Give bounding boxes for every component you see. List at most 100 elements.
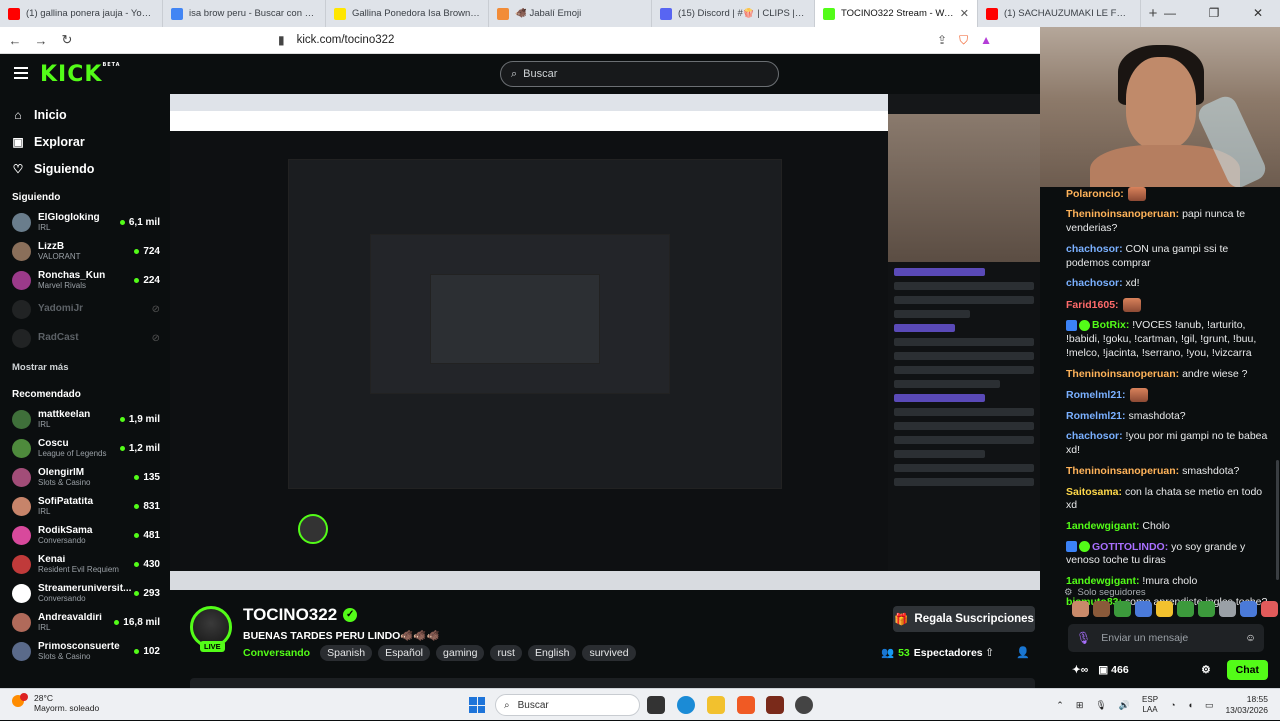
browser-tab[interactable]: Gallina Ponedora Isa Brown | Mercad [326,0,489,27]
channel-item[interactable]: OlengirlM Slots & Casino 135 [0,463,170,492]
channel-item[interactable]: Kenai Resident Evil Requiem 430 [0,550,170,579]
channel-item[interactable]: Andreavaldiri IRL 16,8 mil [0,608,170,637]
nav-item-explorar[interactable]: ▣ Explorar [0,128,170,155]
tab-close-icon[interactable]: ✕ [960,7,969,20]
chat-input[interactable]: 🎙 Enviar un mensaje ☺ [1068,624,1264,652]
chat-username[interactable]: chachosor: [1066,430,1123,442]
chat-username[interactable]: 1andewgigant: [1066,575,1140,587]
brave-icon[interactable] [737,696,755,714]
gift-subs-button[interactable]: 🎁 Regala Suscripciones [893,606,1035,632]
chat-username[interactable]: 1andewgigant: [1066,520,1140,532]
chat-username[interactable]: Romelml21: [1066,410,1126,422]
speaker-icon[interactable]: ◖ [1188,700,1193,710]
menu-icon[interactable] [14,67,28,79]
channel-item[interactable]: mattkeelan IRL 1,9 mil [0,405,170,434]
channel-item[interactable]: YadomiJr ⊘ [0,295,170,324]
chat-username[interactable]: chachosor: [1066,243,1123,255]
follow-icon[interactable]: 👤 [1016,646,1030,659]
emote-icon[interactable] [1261,601,1278,617]
obs-icon[interactable] [795,696,813,714]
task-view-icon[interactable] [647,696,665,714]
points-icon[interactable]: ✦∞ [1072,664,1088,676]
edge-icon[interactable] [677,696,695,714]
nav-item-siguiendo[interactable]: ♡ Siguiendo [0,155,170,182]
nav-item-inicio[interactable]: ⌂ Inicio [0,101,170,128]
chat-username[interactable]: Farid1605: [1066,299,1119,311]
emote-icon[interactable] [1072,601,1089,617]
chat-username[interactable]: Theninoinsanoperuan: [1066,368,1179,380]
tray-chevron-icon[interactable]: ⌃ [1056,700,1064,711]
share-stream-icon[interactable]: ⇧ [985,646,994,659]
stream-tag[interactable]: gaming [436,645,485,661]
emoji-icon[interactable]: ☺ [1245,632,1256,644]
forward-icon[interactable]: → [30,33,52,48]
clock[interactable]: 18:55 13/03/2026 [1225,694,1268,715]
chat-username[interactable]: GOTITOLINDO: [1092,541,1168,553]
game-app-icon[interactable] [766,696,784,714]
browser-tab[interactable]: TOCINO322 Stream - Watch Live ✕ [815,0,978,27]
channel-item[interactable]: Primosconsuerte Slots & Casino 102 [0,637,170,666]
emote-icon[interactable] [1177,601,1194,617]
language-indicator[interactable]: ESP LAA [1142,695,1158,714]
channel-item[interactable]: Streameruniversit... Conversando 293 [0,579,170,608]
chat-username[interactable]: Theninoinsanoperuan: [1066,465,1179,477]
channel-item[interactable]: Coscu League of Legends 1,2 mil [0,434,170,463]
stream-tag[interactable]: survived [582,645,636,661]
stream-tag[interactable]: Español [378,645,431,661]
chat-username[interactable]: Romelml21: [1066,389,1126,401]
battery-icon[interactable]: ▭ [1205,700,1214,711]
tray-mic-icon[interactable]: 🎙 [1095,700,1106,711]
stream-tag[interactable]: English [527,645,577,661]
chat-send-button[interactable]: Chat [1226,660,1268,680]
close-window-button[interactable]: ✕ [1236,0,1280,27]
channel-item[interactable]: RadCast ⊘ [0,324,170,353]
chat-username[interactable]: Saitosama: [1066,486,1122,498]
tray-app-icon[interactable]: ⊞ [1076,700,1084,711]
reload-icon[interactable]: ↻ [56,32,78,48]
emote-icon[interactable] [1240,601,1257,617]
browser-tab[interactable]: (15) Discord | #🍿 | CLIPS | TOCINETA [652,0,815,27]
chat-username[interactable]: BotRix: [1092,319,1129,331]
microphone-icon[interactable]: 🎙 [1076,631,1091,645]
windows-start-icon[interactable] [469,697,485,713]
browser-tab[interactable]: 🐗 Jabalí Emoji [489,0,652,27]
taskbar-search[interactable]: ⌕ Buscar [495,694,640,716]
chat-username[interactable]: chachosor: [1066,277,1123,289]
channel-item[interactable]: Ronchas_Kun Marvel Rivals 224 [0,266,170,295]
streamer-name[interactable]: TOCINO322 [243,605,337,625]
chat-scrollbar[interactable] [1276,460,1279,580]
emote-icon[interactable] [1156,601,1173,617]
channel-item[interactable]: ElGlogloking IRL 6,1 mil [0,208,170,237]
chat-username[interactable]: Theninoinsanoperuan: [1066,208,1179,220]
emote-icon[interactable] [1198,601,1215,617]
share-icon[interactable]: ⇪ [937,33,947,48]
emote-icon[interactable] [1135,601,1152,617]
maximize-button[interactable]: ❐ [1192,0,1236,27]
kick-logo[interactable]: KICKBETA [40,62,121,87]
chat-username[interactable]: Polaroncio: [1066,188,1124,200]
browser-tab[interactable]: isa brow peru - Buscar con Google [163,0,326,27]
emote-icon[interactable] [1114,601,1131,617]
search-input[interactable]: ⌕ Buscar [500,61,779,87]
channel-item[interactable]: RodikSama Conversando 481 [0,521,170,550]
back-icon[interactable]: ← [4,33,26,48]
stream-tag[interactable]: Spanish [320,645,373,661]
browser-tab[interactable]: (1) gallina ponera jauja - YouTube [0,0,163,27]
wifi-icon[interactable]: ◔ [1170,700,1175,710]
weather-widget[interactable]: 28°C Mayorm. soleado [34,693,99,713]
show-more-link[interactable]: Mostrar más [0,357,170,379]
stream-category[interactable]: Conversando [243,647,310,659]
emote-icon[interactable] [1219,601,1236,617]
brave-shield-icon[interactable]: ⛉ [959,33,968,48]
file-explorer-icon[interactable] [707,696,725,714]
rewards-icon[interactable]: ▲ [980,33,992,48]
chat-settings-icon[interactable]: ⚙ [1201,664,1210,676]
video-player[interactable] [170,94,1040,590]
tray-volume-icon[interactable]: 🔊 [1119,700,1130,711]
channel-item[interactable]: LizzB VALORANT 724 [0,237,170,266]
bookmark-icon[interactable]: ▮ [278,33,285,47]
minimize-button[interactable]: — [1148,0,1192,27]
stream-tag[interactable]: rust [490,645,522,661]
url-field[interactable]: kick.com/tocino322 [297,34,395,46]
emote-icon[interactable] [1093,601,1110,617]
